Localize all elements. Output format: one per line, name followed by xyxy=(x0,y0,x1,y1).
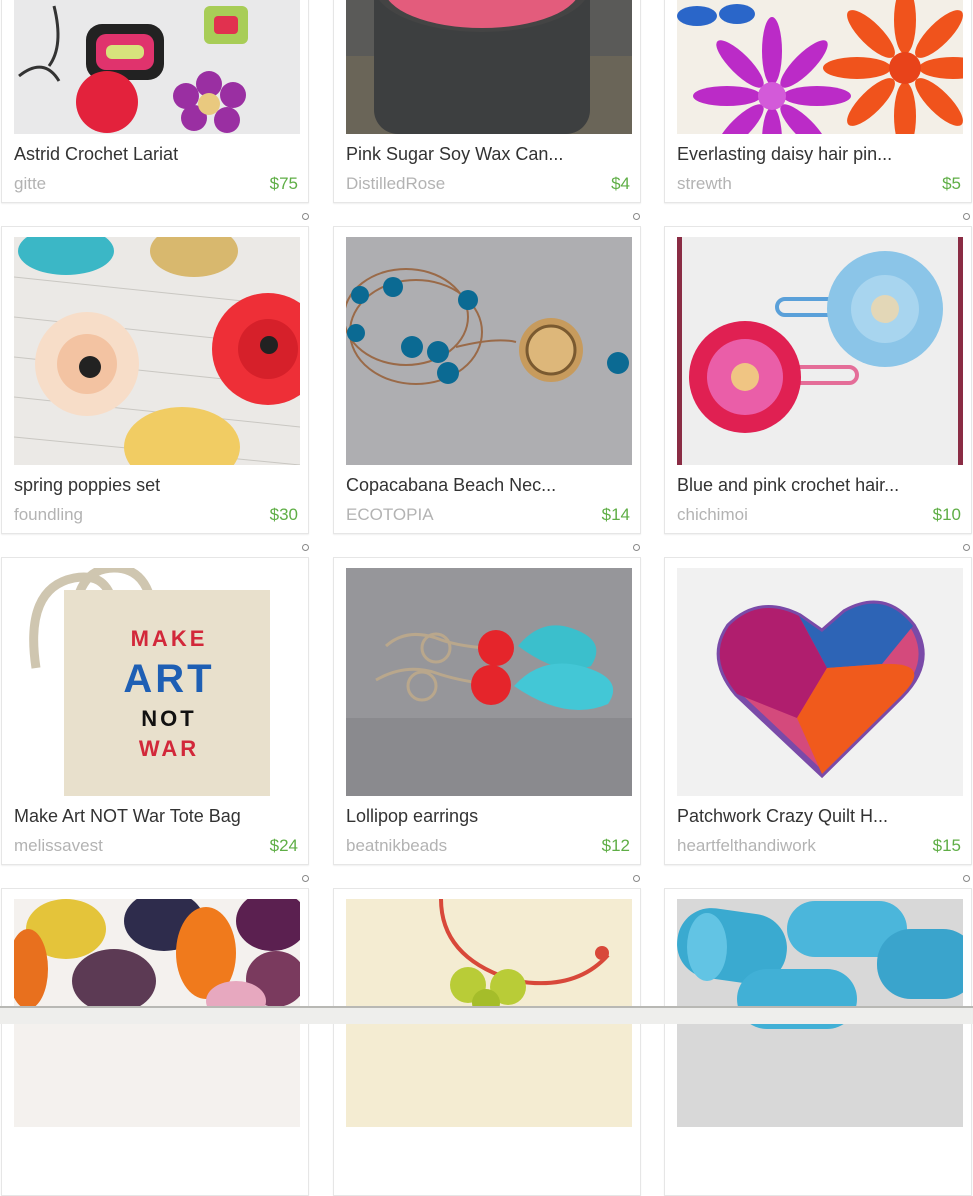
listing-card[interactable] xyxy=(664,888,972,1196)
shop-name[interactable]: chichimoi xyxy=(677,505,748,525)
listing-title[interactable]: Make Art NOT War Tote Bag xyxy=(14,806,300,827)
listing-price: $30 xyxy=(269,505,298,524)
listing-card[interactable]: Copacabana Beach Nec... ECOTOPIA $14 xyxy=(333,226,641,534)
listing-image[interactable] xyxy=(14,0,300,134)
listing-price: $12 xyxy=(601,836,630,855)
tote-text-art: ART xyxy=(123,657,214,701)
tote-text-war: WAR xyxy=(139,736,199,761)
listing-image[interactable] xyxy=(346,0,632,134)
shop-name[interactable]: strewth xyxy=(677,174,732,194)
listing-image[interactable]: MAKE ART NOT WAR xyxy=(14,568,300,796)
listing-price: $75 xyxy=(269,174,298,193)
listing-image[interactable] xyxy=(677,0,963,134)
card-corner-marker xyxy=(633,213,640,220)
shop-name[interactable]: beatnikbeads xyxy=(346,836,447,856)
shop-name[interactable]: gitte xyxy=(14,174,46,194)
listing-card[interactable]: Patchwork Crazy Quilt H... heartfelthand… xyxy=(664,557,972,865)
listing-price: $10 xyxy=(932,505,961,524)
shop-name[interactable]: DistilledRose xyxy=(346,174,445,194)
listing-title[interactable]: Lollipop earrings xyxy=(346,806,632,827)
listing-price: $15 xyxy=(932,836,961,855)
card-corner-marker xyxy=(633,875,640,882)
listing-card[interactable] xyxy=(1,888,309,1196)
tote-text-not: NOT xyxy=(141,706,196,731)
shop-name[interactable]: heartfelthandiwork xyxy=(677,836,816,856)
listing-image[interactable] xyxy=(14,237,300,465)
listing-price: $5 xyxy=(942,174,961,193)
card-corner-marker xyxy=(963,875,970,882)
listing-image[interactable] xyxy=(346,237,632,465)
listing-image[interactable] xyxy=(677,237,963,465)
status-bar xyxy=(0,1006,973,1024)
shop-name[interactable]: foundling xyxy=(14,505,83,525)
card-corner-marker xyxy=(963,544,970,551)
listing-card[interactable] xyxy=(333,888,641,1196)
card-corner-marker xyxy=(302,875,309,882)
listing-image[interactable] xyxy=(677,568,963,796)
shop-name[interactable]: ECOTOPIA xyxy=(346,505,434,525)
listing-title[interactable]: Astrid Crochet Lariat xyxy=(14,144,300,165)
listing-price: $24 xyxy=(269,836,298,855)
listing-card[interactable]: Lollipop earrings beatnikbeads $12 xyxy=(333,557,641,865)
card-corner-marker xyxy=(633,544,640,551)
listing-title[interactable]: Pink Sugar Soy Wax Can... xyxy=(346,144,632,165)
listing-title[interactable]: Patchwork Crazy Quilt H... xyxy=(677,806,963,827)
listing-card[interactable]: Blue and pink crochet hair... chichimoi … xyxy=(664,226,972,534)
listing-card[interactable]: Pink Sugar Soy Wax Can... DistilledRose … xyxy=(333,0,641,203)
listing-price: $14 xyxy=(601,505,630,524)
card-corner-marker xyxy=(963,213,970,220)
listing-title[interactable]: Everlasting daisy hair pin... xyxy=(677,144,963,165)
listing-grid: Astrid Crochet Lariat gitte $75 Pink Sug… xyxy=(0,0,973,1196)
listing-title[interactable]: Copacabana Beach Nec... xyxy=(346,475,632,496)
listing-image[interactable] xyxy=(346,568,632,796)
listing-card[interactable]: Astrid Crochet Lariat gitte $75 xyxy=(1,0,309,203)
tote-text-make: MAKE xyxy=(131,626,208,651)
listing-price: $4 xyxy=(611,174,630,193)
listing-card[interactable]: MAKE ART NOT WAR Make Art NOT War Tote B… xyxy=(1,557,309,865)
listing-card[interactable]: spring poppies set foundling $30 xyxy=(1,226,309,534)
listing-title[interactable]: Blue and pink crochet hair... xyxy=(677,475,963,496)
listing-card[interactable]: Everlasting daisy hair pin... strewth $5 xyxy=(664,0,972,203)
listing-title[interactable]: spring poppies set xyxy=(14,475,300,496)
shop-name[interactable]: melissavest xyxy=(14,836,103,856)
card-corner-marker xyxy=(302,544,309,551)
card-corner-marker xyxy=(302,213,309,220)
